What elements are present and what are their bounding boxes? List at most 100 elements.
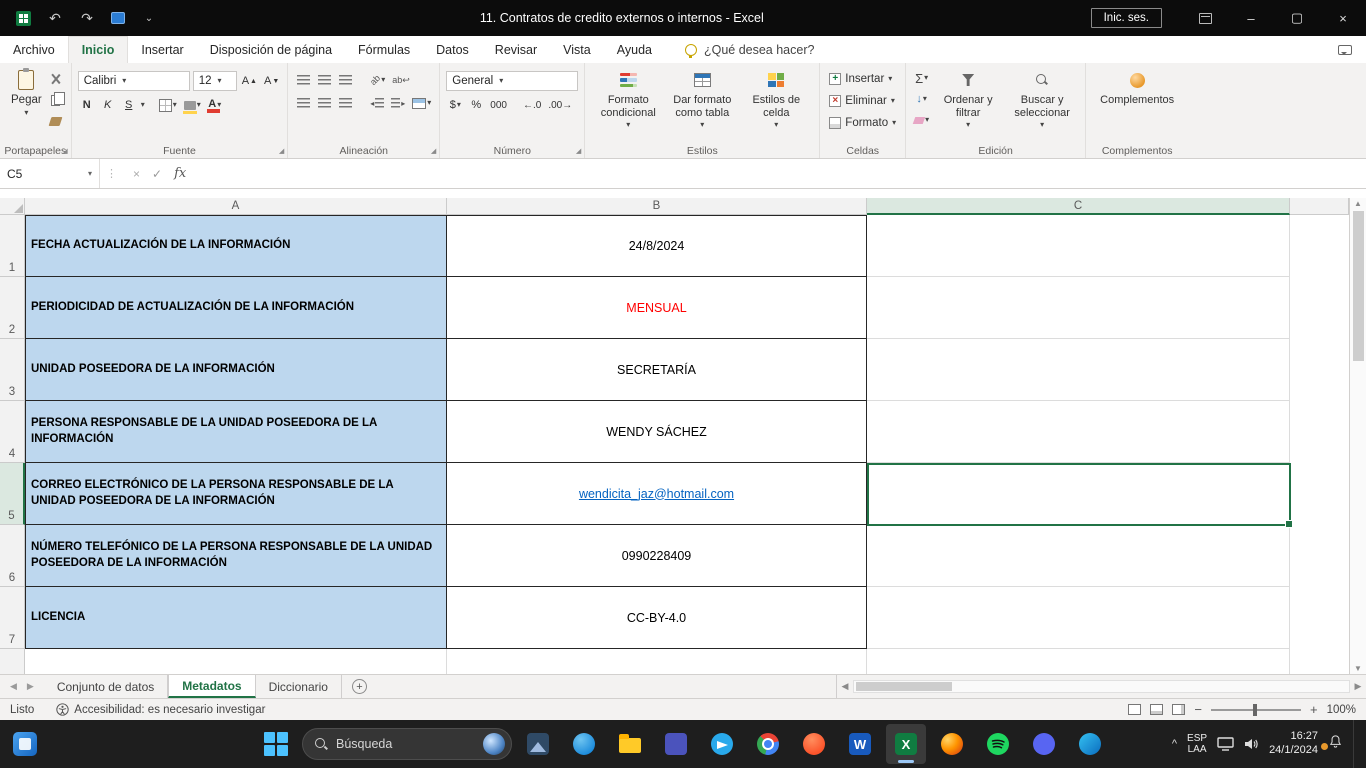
row-header-1[interactable]: 1 (0, 215, 25, 277)
cell-a3[interactable]: UNIDAD POSEEDORA DE LA INFORMACIÓN (25, 339, 447, 401)
formula-bar-handle[interactable]: ⋮ (100, 167, 123, 180)
align-right-button[interactable] (336, 94, 354, 112)
tab-revisar[interactable]: Revisar (482, 36, 550, 63)
cell-a6[interactable]: NÚMERO TELEFÓNICO DE LA PERSONA RESPONSA… (25, 525, 447, 587)
scroll-down-icon[interactable]: ▼ (1354, 664, 1362, 673)
row-header-6[interactable]: 6 (0, 525, 25, 587)
clear-button[interactable]: ▾ (912, 111, 931, 129)
taskbar-skype[interactable] (564, 724, 604, 764)
cell-b8[interactable] (447, 649, 867, 674)
conditional-formatting-button[interactable]: Formato condicional ▾ (591, 67, 665, 130)
taskbar-search[interactable]: Búsqueda (302, 728, 512, 760)
cell-styles-button[interactable]: Estilos de celda ▾ (739, 67, 813, 130)
column-header-a[interactable]: A (25, 198, 447, 215)
cell-b1[interactable]: 24/8/2024 (447, 215, 867, 277)
vertical-scroll-thumb[interactable] (1353, 211, 1364, 361)
cell-a4[interactable]: PERSONA RESPONSABLE DE LA UNIDAD POSEEDO… (25, 401, 447, 463)
scroll-right-icon[interactable]: ▶ (1350, 681, 1366, 692)
taskbar-edge[interactable] (1070, 724, 1110, 764)
close-button[interactable]: × (1320, 0, 1366, 36)
sheet-nav-left-icon[interactable]: ◀ (10, 681, 17, 692)
cast-display-icon[interactable] (1217, 737, 1234, 751)
cell-c7[interactable] (867, 587, 1290, 649)
row-header-3[interactable]: 3 (0, 339, 25, 401)
wrap-text-button[interactable]: ab↩ (390, 71, 412, 89)
taskbar-widgets-button[interactable] (8, 727, 42, 761)
number-dialog-launcher[interactable]: ◢ (576, 148, 581, 155)
undo-icon[interactable]: ↶ (47, 10, 63, 26)
selected-cell-outline[interactable] (867, 463, 1291, 526)
accessibility-status[interactable]: Accesibilidad: es necesario investigar (48, 703, 273, 716)
increase-decimal-button[interactable]: ←.0 (521, 96, 543, 114)
tab-datos[interactable]: Datos (423, 36, 482, 63)
fill-color-button[interactable]: ▾ (182, 96, 203, 114)
increase-font-size-button[interactable]: A▲ (240, 72, 259, 90)
horizontal-scrollbar[interactable]: ◀ ▶ (836, 675, 1366, 698)
new-sheet-button[interactable]: + (342, 675, 377, 698)
confirm-entry-icon[interactable]: ✓ (152, 167, 162, 181)
page-break-view-button[interactable] (1172, 704, 1185, 715)
format-painter-button[interactable] (47, 112, 65, 130)
insert-cells-button[interactable]: +Insertar▾ (826, 69, 899, 88)
row-header-5[interactable]: 5 (0, 463, 25, 525)
row-header-2[interactable]: 2 (0, 277, 25, 339)
zoom-slider[interactable] (1211, 709, 1301, 711)
taskbar-clock[interactable]: 16:27 24/1/2024 (1269, 730, 1318, 758)
bold-button[interactable]: N (78, 96, 96, 114)
align-left-button[interactable] (294, 94, 312, 112)
cell-c4[interactable] (867, 401, 1290, 463)
taskbar-discord[interactable] (1024, 724, 1064, 764)
taskbar-spotify[interactable] (978, 724, 1018, 764)
align-middle-button[interactable] (315, 71, 333, 89)
alignment-dialog-launcher[interactable]: ◢ (431, 148, 436, 155)
cell-b2[interactable]: MENSUAL (447, 277, 867, 339)
vertical-scrollbar[interactable]: ▲ ▼ (1349, 198, 1366, 674)
cell-a8[interactable] (25, 649, 447, 674)
sheet-tab-metadatos[interactable]: Metadatos (168, 675, 255, 698)
zoom-slider-thumb[interactable] (1253, 704, 1257, 716)
paste-button[interactable]: Pegar ▾ (6, 67, 47, 118)
cell-a7[interactable]: LICENCIA (25, 587, 447, 649)
format-cells-button[interactable]: Formato▾ (826, 113, 899, 132)
cell-c2[interactable] (867, 277, 1290, 339)
customize-quick-access-icon[interactable]: ⌄ (141, 10, 157, 26)
currency-format-button[interactable]: $▾ (446, 96, 464, 114)
cell-a2[interactable]: PERIODICIDAD DE ACTUALIZACIÓN DE LA INFO… (25, 277, 447, 339)
cancel-entry-icon[interactable]: × (133, 167, 140, 181)
taskbar-chrome[interactable] (748, 724, 788, 764)
taskbar-excel[interactable]: X (886, 724, 926, 764)
decrease-indent-button[interactable]: ◂ (368, 94, 386, 112)
font-name-combo[interactable]: Calibri▾ (78, 71, 190, 91)
underline-button[interactable]: S (120, 96, 138, 114)
cell-b4[interactable]: WENDY SÁCHEZ (447, 401, 867, 463)
copy-button[interactable] (47, 91, 65, 109)
sort-filter-button[interactable]: Ordenar y filtrar ▾ (931, 67, 1005, 130)
tab-archivo[interactable]: Archivo (0, 36, 68, 63)
taskbar-file-explorer[interactable] (610, 724, 650, 764)
ribbon-display-options-icon[interactable] (1182, 0, 1228, 36)
taskbar-brave[interactable] (794, 724, 834, 764)
formula-input[interactable] (196, 159, 1366, 188)
borders-button[interactable]: ▾ (157, 96, 179, 114)
cell-c6[interactable] (867, 525, 1290, 587)
decrease-font-size-button[interactable]: A▼ (262, 72, 281, 90)
sheet-tab-conjunto-de-datos[interactable]: Conjunto de datos (44, 675, 168, 698)
page-layout-view-button[interactable] (1150, 704, 1163, 715)
taskbar-teams[interactable] (656, 724, 696, 764)
merge-center-button[interactable]: ▾ (410, 94, 433, 112)
format-as-table-button[interactable]: Dar formato como tabla ▾ (665, 67, 739, 130)
comma-format-button[interactable]: 000 (488, 96, 509, 114)
cell-b5[interactable]: wendicita_jaz@hotmail.com (447, 463, 867, 525)
column-header-b[interactable]: B (447, 198, 867, 215)
redo-icon[interactable]: ↷ (79, 10, 95, 26)
taskbar-telegram[interactable] (702, 724, 742, 764)
cell-c3[interactable] (867, 339, 1290, 401)
font-dialog-launcher[interactable]: ◢ (279, 148, 284, 155)
tab-vista[interactable]: Vista (550, 36, 604, 63)
show-desktop-button[interactable] (1353, 720, 1356, 768)
taskbar-photos[interactable] (518, 724, 558, 764)
row-header-7[interactable]: 7 (0, 587, 25, 649)
start-button[interactable] (256, 724, 296, 764)
cell-b3[interactable]: SECRETARÍA (447, 339, 867, 401)
minimize-button[interactable]: – (1228, 0, 1274, 36)
